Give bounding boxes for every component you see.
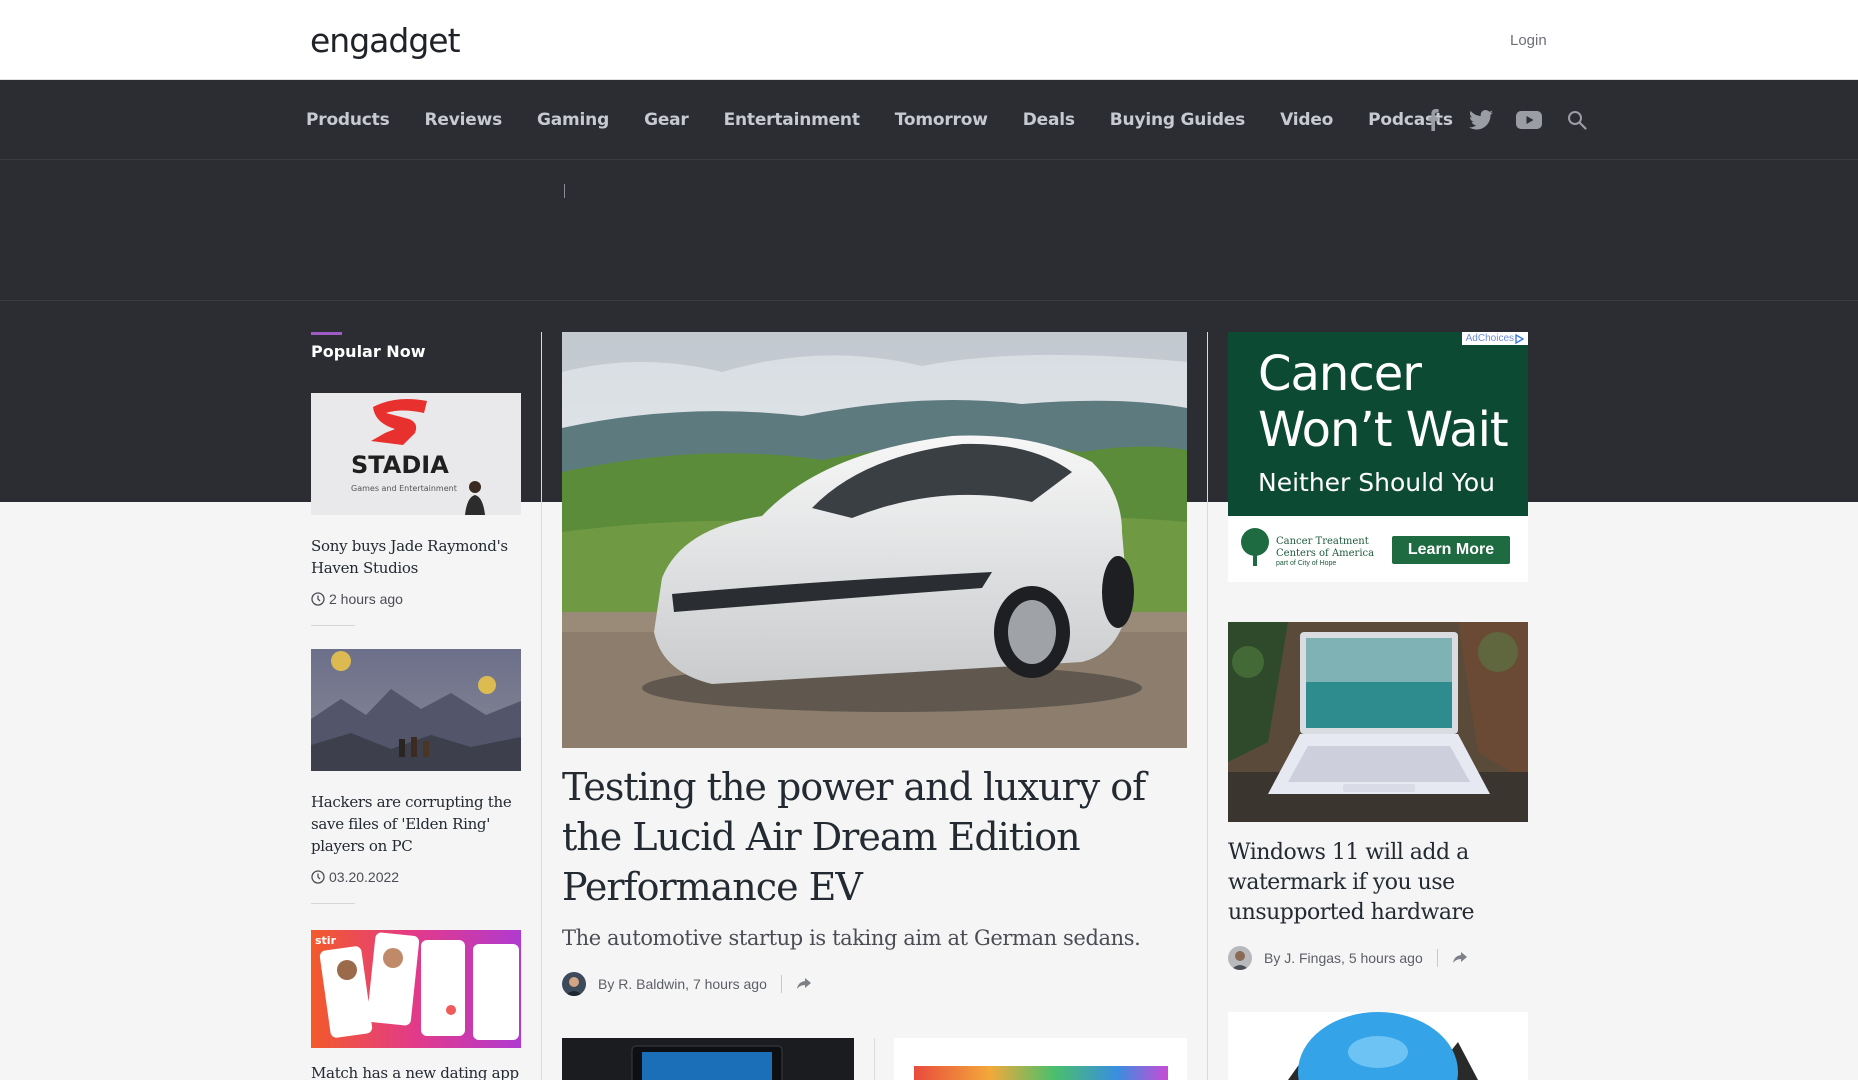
ad-choices-badge[interactable]: AdChoices <box>1461 332 1528 345</box>
clock-icon <box>311 870 325 884</box>
ad-org-sub: part of City of Hope <box>1276 560 1337 567</box>
login-link[interactable]: Login <box>1510 32 1547 49</box>
popular-item-headline[interactable]: Sony buys Jade Raymond's Haven Studios <box>311 535 521 579</box>
popular-item: stir Match has a new dating app <box>311 930 521 1080</box>
popular-accent-bar <box>311 332 342 335</box>
column-divider-left <box>541 332 542 1080</box>
engadget-logo[interactable]: engadget <box>310 20 466 60</box>
time-label: 03.20.2022 <box>329 869 400 885</box>
author-name[interactable]: By J. Fingas <box>1264 950 1341 966</box>
ad-org-line1: Cancer Treatment <box>1276 536 1369 547</box>
popular-item-headline[interactable]: Hackers are corrupting the save files of… <box>311 791 521 857</box>
hero-byline: By R. Baldwin, 7 hours ago <box>562 972 812 996</box>
publish-time: 5 hours ago <box>1348 950 1423 966</box>
author-avatar[interactable] <box>1228 946 1252 970</box>
popular-item-image[interactable]: STADIA Games and Entertainment <box>311 393 521 515</box>
ad-org-name: Cancer Treatment Centers of America <box>1276 536 1374 560</box>
story-thumbnail[interactable] <box>562 1038 854 1080</box>
top-bar: engadget Login <box>0 0 1858 80</box>
nav-item-entertainment[interactable]: Entertainment <box>724 110 860 130</box>
popular-now-title: Popular Now <box>311 342 426 361</box>
share-icon[interactable] <box>1452 952 1468 964</box>
thumb-divider <box>874 1038 875 1080</box>
column-divider-right <box>1207 332 1208 1080</box>
popular-item-image[interactable] <box>311 649 521 771</box>
stadia-subtext: Games and Entertainment <box>351 484 457 493</box>
popular-item: Hackers are corrupting the save files of… <box>311 649 521 904</box>
ad-headline: Cancer Won’t Wait <box>1258 346 1509 458</box>
clock-icon <box>311 592 325 606</box>
byline-divider <box>1436 949 1438 967</box>
side-story-byline: By J. Fingas, 5 hours ago <box>1228 946 1468 970</box>
hero-subtitle: The automotive startup is taking aim at … <box>562 926 1141 950</box>
main-nav: Products Reviews Gaming Gear Entertainme… <box>0 80 1858 160</box>
ad-slot-divider <box>564 184 565 198</box>
byline-comma: , <box>1341 950 1349 966</box>
facebook-icon[interactable] <box>1420 107 1446 133</box>
youtube-icon[interactable] <box>1516 107 1542 133</box>
popular-item-image[interactable]: stir <box>311 930 521 1048</box>
side-story-image-2[interactable] <box>1228 1012 1528 1080</box>
time-label: 2 hours ago <box>329 591 403 607</box>
nav-item-deals[interactable]: Deals <box>1023 110 1075 130</box>
ad-org-line2: Centers of America <box>1276 548 1375 559</box>
popular-item-time: 03.20.2022 <box>311 869 521 885</box>
ad-choices-icon <box>1515 333 1524 344</box>
side-story-image[interactable] <box>1228 622 1528 822</box>
search-icon[interactable] <box>1564 107 1590 133</box>
nav-item-video[interactable]: Video <box>1280 110 1333 130</box>
hero-image[interactable] <box>562 332 1187 748</box>
learn-more-button[interactable]: Learn More <box>1392 536 1510 564</box>
publish-time: 7 hours ago <box>692 976 767 992</box>
ad-headline-line1: Cancer <box>1258 346 1422 402</box>
popular-item-headline[interactable]: Match has a new dating app <box>311 1062 521 1080</box>
stir-tag: stir <box>315 934 337 947</box>
nav-item-buying-guides[interactable]: Buying Guides <box>1110 110 1245 130</box>
cancer-ad[interactable]: AdChoices Cancer Won’t Wait Neither Shou… <box>1228 332 1528 582</box>
story-thumbnail[interactable] <box>894 1038 1187 1080</box>
social-icons <box>1420 80 1612 160</box>
nav-item-gear[interactable]: Gear <box>644 110 689 130</box>
tree-logo-icon <box>1241 528 1269 566</box>
nav-item-tomorrow[interactable]: Tomorrow <box>895 110 988 130</box>
nav-item-reviews[interactable]: Reviews <box>425 110 503 130</box>
hero-headline[interactable]: Testing the power and luxury of the Luci… <box>562 762 1182 912</box>
author-avatar[interactable] <box>562 972 586 996</box>
popular-item-time: 2 hours ago <box>311 591 521 607</box>
nav-items: Products Reviews Gaming Gear Entertainme… <box>306 80 1488 160</box>
popular-separator <box>311 903 355 904</box>
nav-item-products[interactable]: Products <box>306 110 390 130</box>
stadia-logo-text: STADIA <box>351 451 449 479</box>
ad-headline-line2: Won’t Wait <box>1258 402 1509 458</box>
band-divider <box>0 300 1858 301</box>
byline-comma: , <box>685 976 693 992</box>
popular-separator <box>311 625 355 626</box>
side-story-headline[interactable]: Windows 11 will add a watermark if you u… <box>1228 838 1528 928</box>
ad-footer: Cancer Treatment Centers of America part… <box>1228 516 1528 582</box>
byline-divider <box>780 975 782 993</box>
popular-item: STADIA Games and Entertainment Sony buys… <box>311 393 521 626</box>
twitter-icon[interactable] <box>1468 107 1494 133</box>
ad-choices-label: AdChoices <box>1465 333 1514 344</box>
nav-item-gaming[interactable]: Gaming <box>537 110 609 130</box>
ad-subline: Neither Should You <box>1258 468 1495 497</box>
author-name[interactable]: By R. Baldwin <box>598 976 685 992</box>
share-icon[interactable] <box>796 978 812 990</box>
logo-text: engadget <box>310 21 461 60</box>
